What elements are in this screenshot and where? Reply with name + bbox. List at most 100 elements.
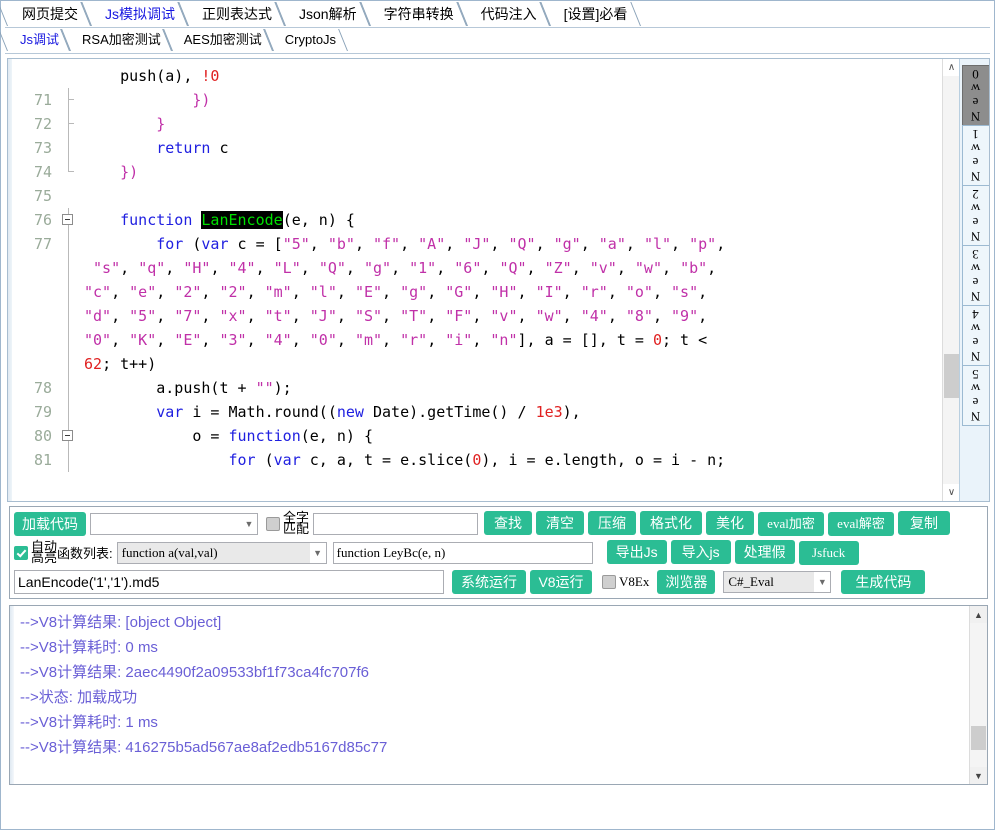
browser-button[interactable]: 浏览器: [657, 569, 716, 594]
load-code-button[interactable]: 加载代码: [14, 511, 86, 536]
whole-word-label-bottom: 匹配: [283, 520, 310, 536]
toolbar-button-导入js[interactable]: 导入js: [670, 540, 731, 564]
output-vertical-scrollbar[interactable]: ▲ ▼: [969, 606, 987, 784]
line-number-gutter: 71 72 73 74 75 76 77 78 79 80 81: [12, 59, 58, 501]
output-log-line: -->V8计算结果: [object Object]: [20, 614, 222, 631]
scroll-down-arrow-icon[interactable]: ∨: [943, 484, 960, 501]
toolbar-button-eval加密[interactable]: eval加密: [758, 512, 824, 536]
script-slot-tab-New2[interactable]: New2: [962, 185, 989, 246]
code-line: for (var c, a, t = e.slice(0), i = e.len…: [84, 451, 726, 469]
v8ex-label: V8Ex: [619, 573, 650, 589]
script-slot-tab-New4[interactable]: New4: [962, 305, 989, 366]
tab-网页提交[interactable]: 网页提交: [7, 1, 91, 27]
auto-highlight-label: 自动 高亮: [31, 540, 57, 566]
tab-[设置]必看[interactable]: [设置]必看: [549, 1, 641, 27]
toolbar-button-美化[interactable]: 美化: [706, 511, 754, 535]
tab-AES加密测试[interactable]: AES加密测试: [171, 28, 273, 52]
tab-RSA加密测试[interactable]: RSA加密测试: [69, 28, 172, 52]
code-line: push(a), !0: [84, 67, 220, 85]
output-scroll-up-icon[interactable]: ▲: [970, 606, 987, 623]
script-slot-tab-New3[interactable]: New3: [962, 245, 989, 306]
function-list-combo[interactable]: function a(val,val) ▼: [116, 541, 327, 564]
toolbar-button-格式化[interactable]: 格式化: [640, 511, 702, 535]
script-slot-tab-New0[interactable]: New0: [962, 65, 989, 126]
eval-mode-combo-value: C#_Eval: [724, 571, 815, 592]
editor-scroll-thumb[interactable]: [944, 354, 959, 398]
line-number: 79: [33, 403, 52, 421]
toolbar-button-Jsfuck[interactable]: Jsfuck: [798, 541, 859, 565]
code-line: "d", "5", "7", "x", "t", "J", "S", "T", …: [84, 307, 708, 325]
code-content[interactable]: push(a), !0 }) } return c }) function La…: [80, 59, 942, 501]
line-number: 74: [33, 163, 52, 181]
line-number: 75: [33, 187, 52, 205]
secondary-tab-bar: Js调试 RSA加密测试 AES加密测试 CryptoJs: [1, 28, 994, 54]
code-line: a.push(t + "");: [84, 379, 292, 397]
eval-mode-combo[interactable]: C#_Eval ▼: [723, 570, 832, 593]
line-number: 72: [33, 115, 52, 133]
output-scroll-down-icon[interactable]: ▼: [970, 767, 987, 784]
expression-input[interactable]: [14, 569, 444, 594]
generate-code-button[interactable]: 生成代码: [841, 569, 926, 594]
code-line: for (var c = ["5", "b", "f", "A", "J", "…: [84, 235, 726, 253]
run-v8-button[interactable]: V8运行: [530, 569, 592, 594]
line-number: [12, 328, 52, 352]
line-number: 78: [33, 379, 52, 397]
line-number: 80: [33, 427, 52, 445]
chevron-down-icon[interactable]: ▼: [310, 543, 326, 563]
editor-vertical-scrollbar[interactable]: ∧ ∨: [942, 59, 960, 501]
auto-highlight-checkbox[interactable]: [14, 545, 28, 560]
fold-marker: [58, 160, 80, 184]
code-line: o = function(e, n) {: [84, 427, 373, 445]
tab-字符串转换[interactable]: 字符串转换: [369, 1, 467, 27]
toolbar-button-查找[interactable]: 查找: [484, 511, 532, 535]
tab-Js模拟调试[interactable]: Js模拟调试: [90, 1, 188, 27]
script-slot-tab-New5[interactable]: New5: [962, 365, 989, 426]
code-line: }): [84, 163, 139, 181]
output-log-content[interactable]: -->V8计算结果: [object Object] -->V8计算耗时: 0 m…: [14, 606, 969, 784]
output-log-line: -->V8计算耗时: 0 ms: [20, 639, 158, 656]
toolbar-button-处理假[interactable]: 处理假: [734, 540, 795, 564]
line-number: 73: [33, 139, 52, 157]
code-line: return c: [84, 139, 229, 157]
code-line: var i = Math.round((new Date).getTime() …: [84, 403, 581, 421]
code-line: 62; t++): [84, 355, 157, 373]
fold-marker: [58, 448, 80, 472]
code-editor-panel: 71 72 73 74 75 76 77 78 79 80 81 push(a), !0 }) }…: [7, 58, 990, 502]
application-window: 网页提交 Js模拟调试 正则表达式 Json解析 字符串转换 代码注入 [设置]必看 Js调…: [0, 0, 995, 830]
toolbar-button-复制[interactable]: 复制: [898, 511, 950, 535]
fold-marker: [58, 328, 80, 352]
output-scroll-thumb[interactable]: [971, 726, 986, 750]
whole-word-checkbox[interactable]: [266, 516, 280, 531]
function-signature-input[interactable]: [332, 541, 593, 564]
auto-highlight-label-bottom: 高亮: [31, 549, 58, 565]
fold-marker: [58, 112, 80, 136]
fold-marker[interactable]: [58, 208, 80, 232]
chevron-down-icon[interactable]: ▼: [241, 514, 257, 534]
find-input[interactable]: [313, 512, 478, 535]
fold-marker: [58, 232, 80, 256]
script-slot-tab-New1[interactable]: New1: [962, 125, 989, 186]
code-file-combo[interactable]: ▼: [90, 512, 258, 535]
fold-marker: [58, 304, 80, 328]
toolbar-button-清空[interactable]: 清空: [536, 511, 584, 535]
function-list-combo-value: function a(val,val): [117, 542, 310, 563]
scroll-up-arrow-icon[interactable]: ∧: [943, 59, 960, 76]
fold-marker[interactable]: [58, 424, 80, 448]
line-number: 76: [33, 211, 52, 229]
run-system-button[interactable]: 系统运行: [452, 569, 526, 594]
code-folding-gutter[interactable]: [58, 59, 80, 501]
tab-代码注入[interactable]: 代码注入: [466, 1, 550, 27]
fold-marker: [58, 376, 80, 400]
script-slot-tab-label: New4: [968, 307, 983, 364]
tab-正则表达式[interactable]: 正则表达式: [187, 1, 285, 27]
toolbar-button-导出Js[interactable]: 导出Js: [606, 540, 667, 564]
toolbar-button-eval解密[interactable]: eval解密: [828, 512, 894, 536]
toolbar-button-压缩[interactable]: 压缩: [588, 511, 636, 535]
chevron-down-icon[interactable]: ▼: [814, 572, 830, 592]
tab-CryptoJs[interactable]: CryptoJs: [272, 28, 347, 52]
code-line: "c", "e", "2", "2", "m", "l", "E", "g", …: [84, 283, 708, 301]
tab-Json解析[interactable]: Json解析: [284, 1, 370, 27]
code-line: function LanEncode(e, n) {: [84, 211, 355, 229]
v8ex-checkbox[interactable]: [602, 574, 616, 589]
code-editor-area[interactable]: 71 72 73 74 75 76 77 78 79 80 81 push(a), !0 }) }…: [8, 59, 942, 501]
